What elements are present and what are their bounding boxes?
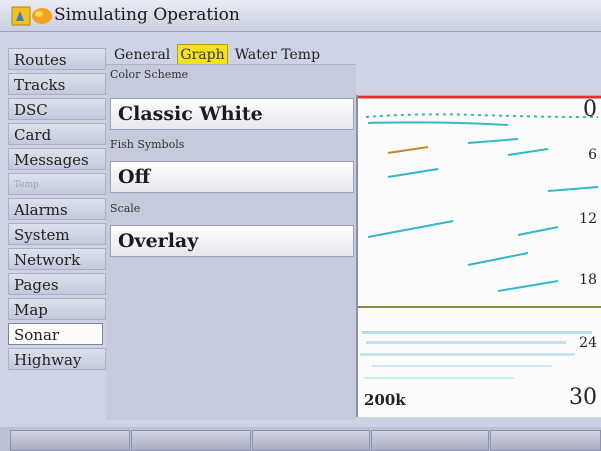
softkey-2[interactable] <box>131 430 251 451</box>
sidebar-item-messages[interactable]: Messages <box>8 148 106 170</box>
sonar-preview: 0 6 12 18 24 30 200k <box>356 95 601 417</box>
softkey-1[interactable] <box>10 430 130 451</box>
softkey-5[interactable] <box>490 430 601 451</box>
title-bar: Simulating Operation <box>0 0 601 32</box>
fish-symbols-field[interactable]: Off <box>110 161 354 193</box>
tab-general[interactable]: General <box>112 45 172 65</box>
sidebar-item-pages[interactable]: Pages <box>8 273 106 295</box>
sidebar-nav: Routes Tracks DSC Card Messages Temp Ala… <box>8 48 106 373</box>
color-scheme-field[interactable]: Classic White <box>110 98 354 130</box>
sidebar-item-network[interactable]: Network <box>8 248 106 270</box>
color-scheme-label: Color Scheme <box>110 68 189 81</box>
sidebar-item-card[interactable]: Card <box>8 123 106 145</box>
depth-tick-0: 0 <box>583 97 597 122</box>
sidebar-item-alarms[interactable]: Alarms <box>8 198 106 220</box>
scale-field[interactable]: Overlay <box>110 225 354 257</box>
sidebar-item-temp: Temp <box>8 173 106 195</box>
scale-label: Scale <box>110 202 141 215</box>
sidebar-item-map[interactable]: Map <box>8 298 106 320</box>
sonar-echo-graphic <box>358 95 601 379</box>
softkey-4[interactable] <box>371 430 489 451</box>
frequency-label: 200k <box>364 391 406 409</box>
tab-graph[interactable]: Graph <box>177 44 228 66</box>
fish-symbols-label: Fish Symbols <box>110 138 185 151</box>
softkey-3[interactable] <box>252 430 370 451</box>
softkey-bar <box>0 427 601 451</box>
sidebar-item-routes[interactable]: Routes <box>8 48 106 70</box>
tab-bar: General Graph Water Temp <box>112 44 322 66</box>
sidebar-item-system[interactable]: System <box>8 223 106 245</box>
depth-tick-24: 24 <box>579 335 597 351</box>
sidebar-item-dsc[interactable]: DSC <box>8 98 106 120</box>
depth-tick-18: 18 <box>579 272 597 288</box>
sidebar-item-tracks[interactable]: Tracks <box>8 73 106 95</box>
sidebar-item-highway[interactable]: Highway <box>8 348 106 370</box>
settings-panel: Color Scheme Classic White Fish Symbols … <box>106 64 356 420</box>
sidebar-item-sonar[interactable]: Sonar <box>8 323 103 345</box>
tab-water-temp[interactable]: Water Temp <box>233 45 322 65</box>
window-title: Simulating Operation <box>54 5 240 25</box>
depth-tick-30: 30 <box>569 385 597 410</box>
depth-tick-12: 12 <box>579 211 597 227</box>
depth-tick-6: 6 <box>588 147 597 163</box>
